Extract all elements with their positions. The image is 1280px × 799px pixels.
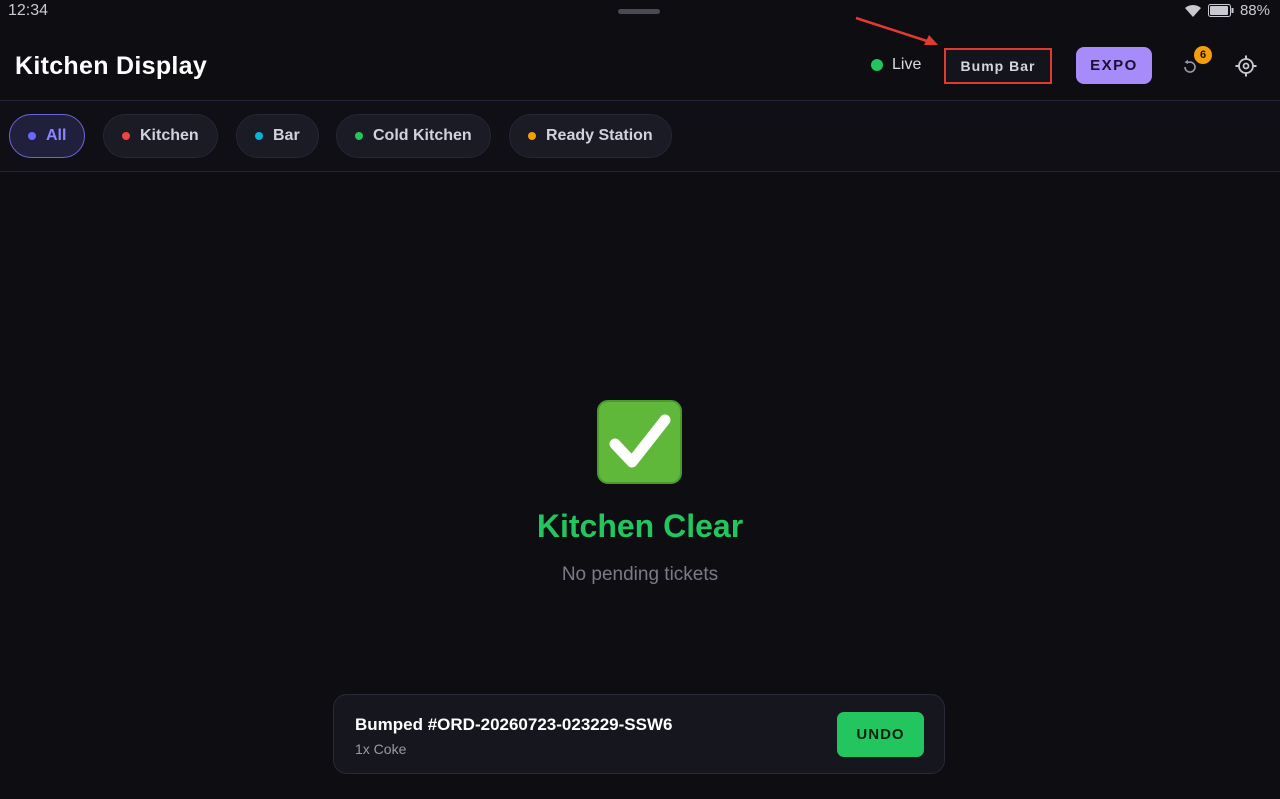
gear-icon	[1234, 55, 1258, 82]
drag-handle[interactable]	[618, 9, 660, 14]
wifi-icon	[1184, 4, 1202, 18]
filter-divider	[0, 171, 1280, 172]
filter-label: Ready Station	[546, 127, 653, 144]
filter-label: Cold Kitchen	[373, 127, 472, 144]
header: Kitchen Display Live Bump Bar EXPO 6	[0, 30, 1280, 100]
filter-label: Bar	[273, 127, 300, 144]
live-indicator: Live	[871, 56, 921, 74]
live-status-dot	[871, 59, 883, 71]
kitchen-display-screen: 12:34 88% Kitchen Display Live Bump Bar …	[0, 0, 1280, 799]
page-title: Kitchen Display	[15, 52, 208, 80]
filter-chip-ready-station[interactable]: Ready Station	[509, 114, 672, 158]
filter-dot-all	[28, 132, 36, 140]
bump-bar-button[interactable]: Bump Bar	[944, 48, 1052, 84]
undo-button[interactable]: UNDO	[837, 712, 924, 757]
bumped-toast: Bumped #ORD-20260723-023229-SSW6 1x Coke…	[333, 694, 945, 774]
battery-icon	[1207, 4, 1234, 17]
filter-label: All	[46, 127, 67, 144]
empty-state-subtitle: No pending tickets	[561, 564, 719, 585]
filter-chip-bar[interactable]: Bar	[236, 114, 319, 158]
toast-title: Bumped #ORD-20260723-023229-SSW6	[355, 715, 673, 734]
history-count-badge: 6	[1194, 46, 1212, 64]
filter-dot-cold-kitchen	[355, 132, 363, 140]
check-mark-icon	[597, 400, 682, 484]
filter-dot-ready-station	[528, 132, 536, 140]
empty-state-title: Kitchen Clear	[536, 508, 744, 544]
status-indicators: 88%	[1184, 2, 1270, 19]
live-label: Live	[892, 56, 922, 73]
annotation-arrow-icon	[855, 16, 938, 45]
history-button[interactable]: 6	[1176, 46, 1212, 84]
filter-label: Kitchen	[140, 127, 199, 144]
status-time: 12:34	[8, 2, 49, 19]
expo-button[interactable]: EXPO	[1076, 47, 1152, 84]
station-filter-bar: All Kitchen Bar Cold Kitchen Ready Stati…	[0, 101, 1280, 171]
filter-dot-kitchen	[122, 132, 130, 140]
filter-chip-cold-kitchen[interactable]: Cold Kitchen	[336, 114, 491, 158]
status-bar: 12:34 88%	[0, 0, 1280, 24]
battery-level: 88%	[1239, 2, 1270, 19]
toast-item-summary: 1x Coke	[355, 741, 407, 757]
filter-chip-all[interactable]: All	[9, 114, 86, 158]
settings-button[interactable]	[1234, 54, 1258, 78]
filter-dot-bar	[255, 132, 263, 140]
filter-chip-kitchen[interactable]: Kitchen	[103, 114, 218, 158]
